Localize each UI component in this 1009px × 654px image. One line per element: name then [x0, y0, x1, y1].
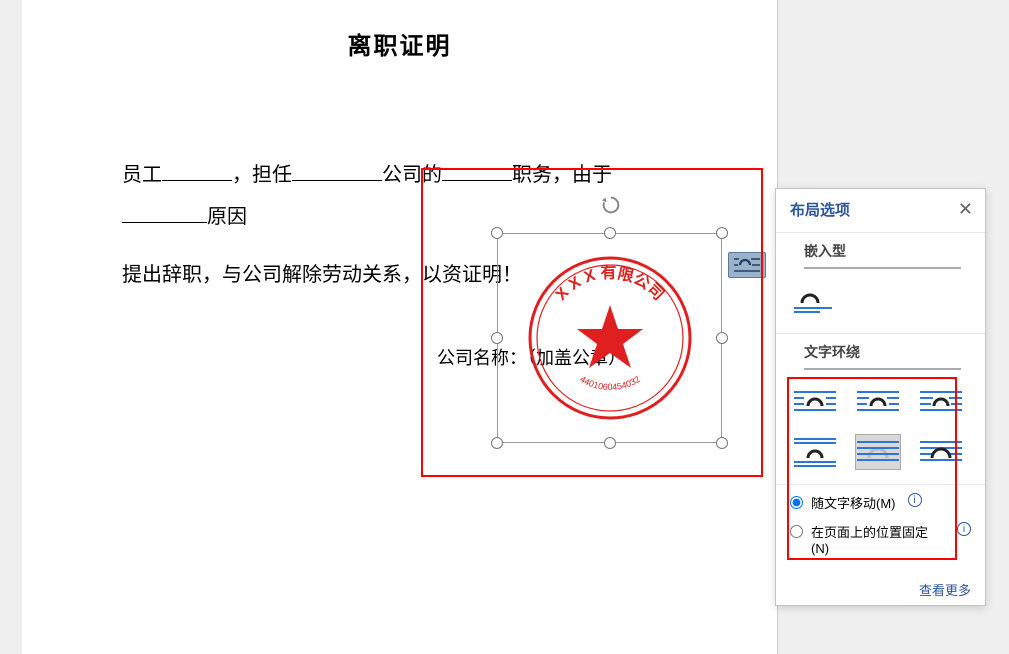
wrap-option-behind-text[interactable]	[855, 434, 901, 470]
text-segment: ，担任	[232, 164, 292, 186]
wrap-option-through[interactable]	[918, 386, 964, 422]
radio-input[interactable]	[790, 525, 803, 538]
radio-label: 随文字移动(M)	[811, 493, 896, 512]
layout-options-button[interactable]	[728, 252, 766, 278]
resize-handle[interactable]	[716, 332, 728, 344]
blank-field[interactable]	[292, 153, 382, 181]
text-segment: 员工	[122, 164, 162, 186]
resize-handle[interactable]	[716, 437, 728, 449]
info-icon[interactable]: i	[908, 493, 922, 507]
document-page: 离职证明 员工，担任公司的职务，由于原因 提出辞职，与公司解除劳动关系，以资证明…	[22, 0, 778, 654]
image-selection-frame[interactable]: X X X 有限公司 4401060454032	[497, 233, 722, 443]
text-segment: 职务，由于	[512, 164, 612, 186]
resize-handle[interactable]	[491, 227, 503, 239]
radio-move-with-text[interactable]: 随文字移动(M) i	[790, 493, 971, 512]
blank-field[interactable]	[162, 153, 232, 181]
wrap-options-grid	[776, 376, 985, 484]
panel-title: 布局选项	[790, 199, 850, 220]
position-options: 随文字移动(M) i 在页面上的位置固定(N) i	[776, 484, 985, 576]
blank-field[interactable]	[442, 153, 512, 181]
radio-label: 在页面上的位置固定(N)	[811, 522, 945, 556]
section-wrap-header: 文字环绕	[776, 333, 985, 376]
text-segment: 原因	[207, 206, 247, 228]
panel-header: 布局选项 ✕	[776, 189, 985, 228]
document-title: 离职证明	[22, 0, 777, 61]
svg-text:4401060454032: 4401060454032	[578, 374, 642, 392]
see-more-link[interactable]: 查看更多	[776, 576, 985, 605]
layout-options-panel: 布局选项 ✕ 嵌入型 文字环绕	[775, 188, 986, 606]
info-icon[interactable]: i	[957, 522, 971, 536]
radio-input[interactable]	[790, 496, 803, 509]
resize-handle[interactable]	[604, 227, 616, 239]
resize-handle[interactable]	[491, 332, 503, 344]
wrap-option-inline[interactable]	[790, 281, 836, 317]
resize-handle[interactable]	[604, 437, 616, 449]
inline-option-row	[776, 275, 985, 329]
section-inline-header: 嵌入型	[776, 232, 985, 275]
resize-handle[interactable]	[716, 227, 728, 239]
paragraph-1: 员工 ，担任 公司的 职务，由于原因	[122, 153, 677, 237]
close-icon[interactable]: ✕	[958, 199, 973, 220]
wrap-option-square[interactable]	[792, 386, 838, 422]
wrap-option-front-of-text[interactable]	[918, 434, 964, 470]
blank-field[interactable]	[122, 195, 207, 223]
rotate-handle-icon[interactable]	[600, 194, 620, 214]
wrap-option-top-bottom[interactable]	[792, 434, 838, 470]
resize-handle[interactable]	[491, 437, 503, 449]
text-segment: 公司的	[382, 164, 442, 186]
company-stamp-image[interactable]: X X X 有限公司 4401060454032	[525, 253, 695, 423]
radio-fixed-position[interactable]: 在页面上的位置固定(N) i	[790, 522, 971, 556]
wrap-option-tight[interactable]	[855, 386, 901, 422]
